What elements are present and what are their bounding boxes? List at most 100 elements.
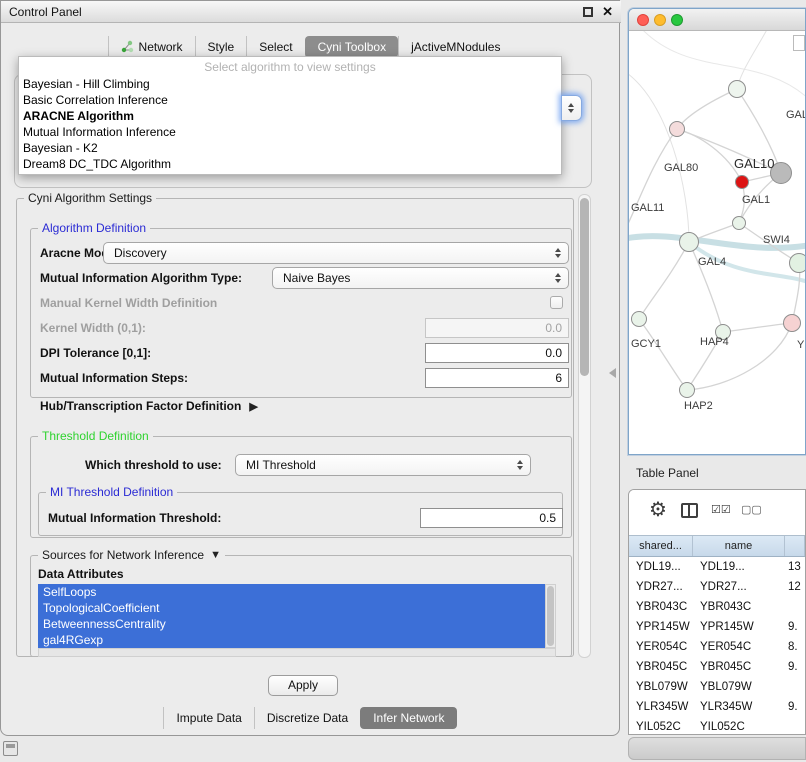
- network-node[interactable]: [679, 382, 695, 398]
- attributes-scrollbar[interactable]: [545, 584, 556, 648]
- cell-value: 9.: [785, 617, 805, 637]
- tab[interactable]: Style: [195, 36, 247, 58]
- algorithm-option[interactable]: Basic Correlation Inference: [19, 92, 561, 108]
- network-icon: [121, 40, 134, 53]
- table-row[interactable]: YLR345W YLR345W 9.: [629, 697, 805, 717]
- tab[interactable]: Select: [246, 36, 304, 58]
- minimize-button[interactable]: [654, 14, 666, 26]
- cyni-bottom-tabbar: Impute Data Discretize Data Infer Networ…: [0, 707, 620, 729]
- attribute-item-selected[interactable]: gal4RGexp: [38, 632, 545, 648]
- algorithm-option[interactable]: ARACNE Algorithm: [19, 108, 561, 124]
- group-title: Cyni Algorithm Settings: [24, 191, 156, 205]
- mi-type-select[interactable]: Naive Bayes: [272, 267, 569, 289]
- settings-scrollbar-thumb[interactable]: [580, 198, 589, 376]
- network-node[interactable]: [735, 175, 749, 189]
- attributes-scrollbar-thumb[interactable]: [547, 586, 554, 646]
- mi-threshold-field[interactable]: [420, 508, 563, 528]
- algorithm-option[interactable]: Bayesian - K2: [19, 140, 561, 156]
- tab[interactable]: Impute Data: [163, 707, 253, 729]
- control-panel-tabbar: Network Style: [0, 35, 620, 58]
- tab[interactable]: Network: [108, 36, 195, 58]
- network-node[interactable]: [732, 216, 746, 230]
- table-row[interactable]: YDL19... YDL19... 13: [629, 557, 805, 577]
- network-node-label: GAL11: [631, 202, 664, 214]
- attribute-item-selected[interactable]: SelfLoops: [38, 584, 545, 600]
- network-node[interactable]: [783, 314, 801, 332]
- tab-label: Network: [139, 40, 183, 54]
- network-node[interactable]: [789, 253, 805, 273]
- table-row[interactable]: YER054C YER054C 8.: [629, 637, 805, 657]
- close-icon[interactable]: ✕: [602, 3, 613, 21]
- algorithm-option[interactable]: Dream8 DC_TDC Algorithm: [19, 156, 561, 172]
- network-canvas[interactable]: GALGAL80GAL10GAL11GAL1SWI4GAL4GCY1HAP4HA…: [629, 31, 805, 455]
- cell-name: YIL052C: [693, 717, 785, 734]
- splitter-collapse-arrow[interactable]: [609, 368, 616, 378]
- combo-arrows-icon: [517, 460, 523, 470]
- hub-definition-expander[interactable]: Hub/Transcription Factor Definition ▶: [40, 399, 258, 413]
- cell-name: YBL079W: [693, 677, 785, 697]
- table-row[interactable]: YBR043C YBR043C: [629, 597, 805, 617]
- column-header[interactable]: shared...: [629, 536, 693, 556]
- float-window-icon[interactable]: [583, 7, 593, 17]
- network-scrollbar-stub[interactable]: [793, 35, 805, 51]
- settings-scrollbar[interactable]: [578, 194, 591, 658]
- network-node[interactable]: [631, 311, 647, 327]
- dpi-tolerance-label: DPI Tolerance [0,1]:: [40, 346, 151, 360]
- algorithm-option[interactable]: Bayesian - Hill Climbing: [19, 76, 561, 92]
- tab-label: Discretize Data: [267, 711, 348, 725]
- tab[interactable]: jActiveMNodules: [398, 36, 512, 58]
- network-node[interactable]: [679, 232, 699, 252]
- restore-panel-icon[interactable]: [3, 741, 18, 756]
- apply-button[interactable]: Apply: [268, 675, 338, 696]
- tab[interactable]: Infer Network: [360, 707, 456, 729]
- which-threshold-select[interactable]: MI Threshold: [235, 454, 531, 476]
- algorithm-option[interactable]: Mutual Information Inference: [19, 124, 561, 140]
- aracne-mode-value: Discovery: [114, 246, 167, 260]
- network-window-titlebar[interactable]: [629, 9, 805, 31]
- tab[interactable]: Cyni Toolbox: [305, 36, 398, 58]
- attributes-hscrollbar[interactable]: [38, 648, 556, 657]
- zoom-button[interactable]: [671, 14, 683, 26]
- network-node-label: Y: [797, 339, 804, 351]
- cell-value: 9.: [785, 657, 805, 677]
- cell-value: [785, 677, 805, 697]
- network-node-label: GAL80: [664, 162, 698, 174]
- close-button[interactable]: [637, 14, 649, 26]
- cell-value: 9.: [785, 697, 805, 717]
- cell-value: 12: [785, 577, 805, 597]
- table-row[interactable]: YBR045C YBR045C 9.: [629, 657, 805, 677]
- algorithm-options: Bayesian - Hill ClimbingBasic Correlatio…: [19, 76, 561, 172]
- table-row[interactable]: YPR145W YPR145W 9.: [629, 617, 805, 637]
- cell-shared-name: YBL079W: [629, 677, 693, 697]
- table-window-bottom-bar: [628, 737, 806, 760]
- attribute-item-selected[interactable]: TopologicalCoefficient: [38, 600, 545, 616]
- column-header[interactable]: [785, 536, 805, 556]
- deselect-all-columns-icon[interactable]: ▢▢: [741, 503, 762, 516]
- column-browser-icon[interactable]: [681, 503, 698, 518]
- dpi-tolerance-field[interactable]: [425, 343, 569, 363]
- table-row[interactable]: YBL079W YBL079W: [629, 677, 805, 697]
- aracne-mode-select[interactable]: Discovery: [103, 242, 569, 264]
- table-row[interactable]: YIL052C YIL052C: [629, 717, 805, 734]
- which-threshold-value: MI Threshold: [246, 458, 316, 472]
- network-node[interactable]: [669, 121, 685, 137]
- sources-collapser[interactable]: Sources for Network Inference ▼: [38, 548, 225, 562]
- mi-steps-field[interactable]: [425, 368, 569, 388]
- table-body: YDL19... YDL19... 13 YDR27... YDR27... 1…: [629, 557, 805, 734]
- manual-kernel-checkbox[interactable]: [550, 296, 563, 309]
- network-node[interactable]: [728, 80, 746, 98]
- algorithm-combo-arrows[interactable]: [561, 95, 582, 121]
- table-header-row: shared...name: [629, 535, 805, 557]
- attribute-item-selected[interactable]: BetweennessCentrality: [38, 616, 545, 632]
- mi-threshold-label: Mutual Information Threshold:: [48, 511, 221, 525]
- control-panel-titlebar[interactable]: Control Panel ✕: [1, 1, 621, 23]
- table-row[interactable]: YDR27... YDR27... 12: [629, 577, 805, 597]
- tab-label: jActiveMNodules: [411, 40, 500, 54]
- tab[interactable]: Discretize Data: [254, 707, 360, 729]
- column-header[interactable]: name: [693, 536, 785, 556]
- kernel-width-field[interactable]: [425, 318, 569, 338]
- data-attributes-label: Data Attributes: [38, 567, 124, 581]
- select-all-columns-icon[interactable]: ☑☑: [711, 503, 731, 516]
- gear-icon[interactable]: ⚙: [649, 497, 667, 522]
- cell-value: [785, 717, 805, 734]
